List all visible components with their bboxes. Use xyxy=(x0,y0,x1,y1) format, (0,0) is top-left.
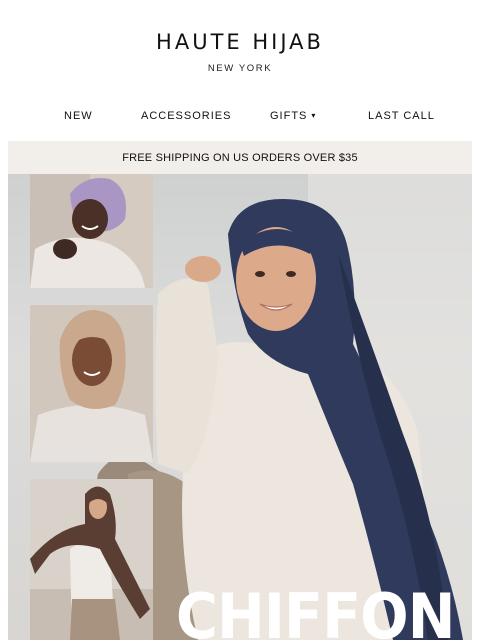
chevron-down-icon: ▾ xyxy=(311,111,317,120)
shipping-banner[interactable]: FREE SHIPPING ON US ORDERS OVER $35 xyxy=(8,141,472,174)
nav-item-new[interactable]: NEW xyxy=(64,110,93,122)
shipping-banner-text: FREE SHIPPING ON US ORDERS OVER $35 xyxy=(122,151,358,164)
nav-item-label: LAST CALL xyxy=(368,110,435,122)
thumbnail-brown-hijab[interactable] xyxy=(30,479,153,640)
thumbnail-beige-hijab[interactable] xyxy=(30,305,153,462)
hero-image[interactable]: CHIFFON xyxy=(8,174,472,640)
nav-item-label: GIFTS xyxy=(270,110,308,122)
thumbnail-image xyxy=(30,479,153,640)
nav-item-label: ACCESSORIES xyxy=(141,110,232,122)
main-nav: NEW ACCESSORIES GIFTS ▾ LAST CALL xyxy=(0,110,480,128)
nav-item-gifts[interactable]: GIFTS ▾ xyxy=(270,110,316,122)
nav-item-accessories[interactable]: ACCESSORIES xyxy=(141,110,231,122)
thumbnail-lavender-hijab[interactable] xyxy=(30,174,153,288)
thumbnail-image xyxy=(30,174,153,288)
thumbnail-image xyxy=(30,305,153,462)
brand-location: NEW YORK xyxy=(207,63,273,74)
nav-item-last-call[interactable]: LAST CALL xyxy=(368,110,435,122)
hero-title: CHIFFON xyxy=(176,580,455,640)
nav-item-label: NEW xyxy=(64,110,93,122)
brand-name: HAUTE HIJAB xyxy=(156,30,324,54)
brand-logo[interactable]: HAUTE HIJAB NEW YORK xyxy=(0,30,480,74)
